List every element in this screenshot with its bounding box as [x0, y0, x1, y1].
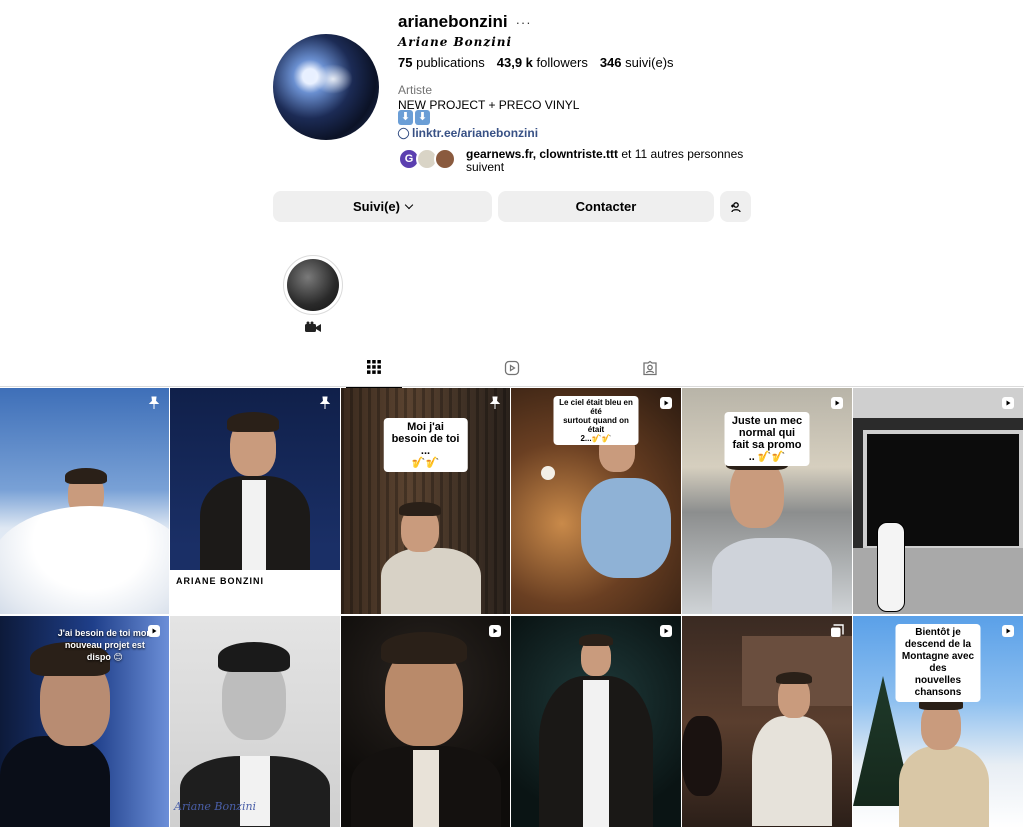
reel-icon: [489, 625, 501, 637]
reel-icon: [831, 397, 843, 409]
post-shirt: [583, 680, 609, 827]
posts-label: publications: [416, 55, 485, 70]
suggest-users-button[interactable]: [720, 191, 751, 222]
post-subject-body: [752, 716, 832, 826]
followed-by-text: gearnews.fr, clowntriste.ttt et 11 autre…: [466, 148, 756, 174]
post-second-person: [682, 716, 722, 796]
profile-avatar[interactable]: [273, 34, 379, 140]
contact-button-label: Contacter: [575, 199, 637, 214]
post-caption: Le ciel était bleu en été surtout quand …: [553, 396, 639, 445]
post-caption: J'ai besoin de toi mon nouveau projet es…: [57, 628, 152, 662]
reels-icon: [504, 360, 520, 376]
post-cartoon-figure: [877, 522, 905, 612]
post-subject-hair: [381, 632, 467, 664]
video-camera-icon: [305, 321, 321, 332]
chevron-down-icon: [404, 200, 414, 210]
bio-link-text: linktr.ee/arianebonzini: [412, 126, 539, 140]
following-label: suivi(e)s: [625, 55, 674, 70]
post-subject-hair: [776, 672, 812, 684]
profile-category: Artiste: [398, 83, 433, 97]
following-button-label: Suivi(e): [353, 199, 400, 214]
post-thumbnail[interactable]: Bientôt je descend de la Montagne avec d…: [853, 616, 1023, 827]
post-shirt: [240, 756, 270, 826]
post-name-strip: ARIANE BONZINI: [170, 570, 340, 614]
post-subject-hair: [399, 502, 441, 516]
post-signature: Ariane Bonzini: [174, 800, 257, 813]
post-shirt: [413, 750, 439, 827]
post-thumbnail[interactable]: [511, 616, 681, 827]
post-subject-hair: [227, 412, 279, 432]
posts-count: 75: [398, 55, 413, 70]
story-highlight[interactable]: [283, 255, 343, 315]
tagged-icon: [643, 360, 657, 376]
pin-icon: [148, 396, 160, 409]
followed-by[interactable]: G gearnews.fr, clowntriste.ttt et 11 aut…: [398, 148, 756, 174]
link-icon: [395, 125, 412, 141]
followers-stat[interactable]: 43,9 k followers: [497, 55, 588, 70]
post-subject-hair: [218, 642, 290, 672]
posts-stat: 75 publications: [398, 55, 485, 70]
post-thumbnail[interactable]: Ariane Bonzini: [170, 616, 340, 827]
post-thumbnail[interactable]: [341, 616, 510, 827]
post-subject-body: [0, 736, 110, 827]
followed-by-names: gearnews.fr, clowntriste.ttt: [466, 147, 619, 161]
pin-icon: [319, 396, 331, 409]
post-thumbnail[interactable]: Moi j'ai besoin de toi ... 🎷🎷: [341, 388, 510, 614]
down-arrow-icon: ⬇: [398, 110, 413, 125]
post-caption: Moi j'ai besoin de toi ... 🎷🎷: [383, 418, 468, 472]
tabs-divider: [0, 386, 1024, 387]
contact-button[interactable]: Contacter: [498, 191, 714, 222]
highlight-cover: [287, 259, 339, 311]
post-subject-body: [899, 746, 989, 827]
post-thumbnail[interactable]: [682, 616, 852, 827]
post-subject-body: [581, 478, 671, 578]
posts-grid: ARIANE BONZINI Moi j'ai besoin de toi ..…: [0, 388, 1024, 827]
post-thumbnail[interactable]: [853, 388, 1023, 614]
following-button[interactable]: Suivi(e): [273, 191, 492, 222]
full-name: Ariane Bonzini: [398, 35, 513, 49]
following-stat[interactable]: 346 suivi(e)s: [600, 55, 674, 70]
post-rose: [541, 466, 555, 480]
followers-label: followers: [536, 55, 588, 70]
reel-icon: [1002, 397, 1014, 409]
more-options-icon[interactable]: ···: [516, 15, 532, 30]
following-count: 346: [599, 55, 622, 70]
post-clouds: [0, 506, 169, 614]
post-thumbnail[interactable]: [0, 388, 169, 614]
post-subject-hair: [65, 468, 107, 484]
post-caption: Juste un mec normal qui fait sa promo ..…: [724, 412, 810, 466]
tab-tagged[interactable]: [622, 360, 678, 388]
add-user-icon: [730, 201, 741, 212]
profile-stats: 75 publications 43,9 k followers 346 sui…: [398, 55, 674, 70]
username-row: arianebonzini ···: [398, 12, 532, 32]
post-caption: Bientôt je descend de la Montagne avec d…: [895, 624, 981, 702]
mini-avatar-other: [434, 148, 456, 170]
post-thumbnail[interactable]: J'ai besoin de toi mon nouveau projet es…: [0, 616, 169, 827]
post-thumbnail[interactable]: Juste un mec normal qui fait sa promo ..…: [682, 388, 852, 614]
bio-link[interactable]: linktr.ee/arianebonzini: [395, 125, 539, 141]
profile-page: arianebonzini ··· Ariane Bonzini 75 publ…: [0, 0, 1024, 827]
post-thumbnail[interactable]: ARIANE BONZINI: [170, 388, 340, 614]
followed-by-avatars: G: [398, 148, 460, 172]
carousel-icon: [831, 624, 844, 637]
pin-icon: [489, 396, 501, 409]
reel-icon: [148, 625, 160, 637]
reel-icon: [660, 625, 672, 637]
reel-icon: [660, 397, 672, 409]
post-cartoon-ceiling: [853, 388, 1023, 418]
down-arrow-icon: ⬇: [415, 110, 430, 125]
post-subject-hair: [579, 634, 613, 646]
followers-count: 43,9 k: [496, 55, 533, 70]
grid-icon: [367, 360, 381, 374]
username: arianebonzini: [398, 12, 508, 31]
post-shirt: [242, 480, 266, 570]
tab-posts[interactable]: [346, 360, 402, 388]
post-subject-body: [381, 548, 481, 614]
reel-icon: [1002, 625, 1014, 637]
post-thumbnail[interactable]: Le ciel était bleu en été surtout quand …: [511, 388, 681, 614]
post-subject-body: [712, 538, 832, 614]
tab-reels[interactable]: [484, 360, 540, 388]
bio-arrows: ⬇ ⬇: [398, 110, 430, 125]
